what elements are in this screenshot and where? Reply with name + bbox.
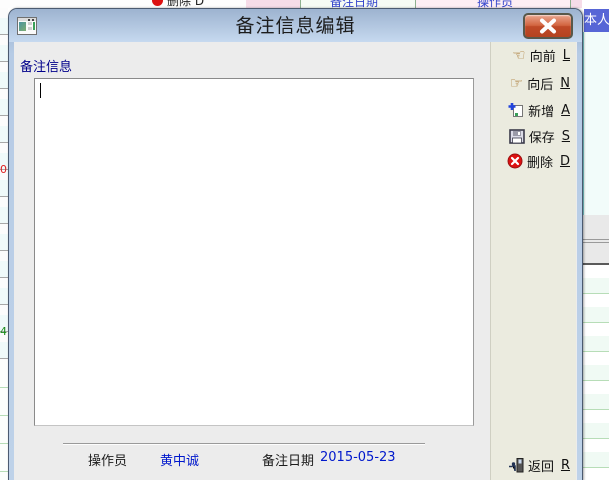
next-button-label: 向后 — [527, 74, 553, 93]
hand-right-icon: ☞ — [510, 75, 523, 91]
add-new-button-label: 新增 — [528, 101, 554, 120]
background-grid-left-strip: 0 4 — [0, 8, 8, 480]
background-grid-right-strip: 本人 — [582, 0, 609, 480]
bg-divider-lines — [582, 239, 609, 240]
grid-separator — [570, 0, 571, 8]
delete-shortcut: D — [560, 154, 570, 169]
return-shortcut: R — [561, 458, 570, 473]
exit-door-icon — [508, 457, 524, 473]
status-divider — [63, 443, 425, 445]
add-new-button[interactable]: 新增 A — [508, 100, 570, 120]
previous-shortcut: L — [563, 48, 570, 63]
hand-left-icon: ☜ — [512, 47, 525, 63]
operator-value: 黄中诚 — [160, 450, 199, 469]
background-toolbar-strip: 删除 D 备注日期 操作员 — [0, 0, 609, 8]
text-caret — [40, 83, 41, 98]
bg-header-cell — [570, 0, 582, 8]
bg-grid-rows — [0, 360, 8, 480]
close-x-icon — [538, 19, 558, 34]
previous-button[interactable]: ☜ 向前 L — [512, 45, 570, 65]
return-button[interactable]: 返回 R — [508, 455, 570, 475]
bg-column-header-benren: 本人 — [584, 9, 609, 32]
bg-grid-rows — [0, 8, 8, 360]
previous-button-label: 向前 — [530, 46, 556, 65]
delete-button[interactable]: 删除 D — [507, 151, 570, 171]
dialog-body: 备注信息 操作员 黄中诚 备注日期 2015-05-23 ☜ 向前 L ☞ 向后 — [14, 42, 577, 480]
remark-date-value: 2015-05-23 — [320, 450, 396, 465]
bg-gray-band — [582, 215, 609, 265]
dialog-title: 备注信息编辑 — [9, 9, 582, 42]
bg-header-cell: 操作员 — [415, 0, 570, 8]
save-button[interactable]: 保存 S — [509, 126, 570, 146]
remark-date-label: 备注日期 — [262, 450, 314, 469]
bg-red-value: 0 — [0, 163, 7, 176]
remark-edit-dialog: 备注信息编辑 备注信息 操作员 黄中诚 备注日期 2015-05-23 — [8, 8, 583, 480]
save-shortcut: S — [562, 129, 570, 144]
grid-separator — [415, 0, 416, 8]
remark-info-label: 备注信息 — [20, 56, 72, 75]
bg-column-operator: 操作员 — [477, 0, 513, 8]
screen: 删除 D 备注日期 操作员 0 4 本人 — [0, 0, 609, 480]
close-button[interactable] — [523, 13, 573, 39]
bg-column-remark-date: 备注日期 — [330, 0, 378, 8]
bg-green-value: 4 — [0, 325, 7, 338]
status-row: 操作员 黄中诚 备注日期 2015-05-23 — [14, 450, 484, 468]
add-new-shortcut: A — [561, 103, 570, 118]
operator-label: 操作员 — [88, 450, 127, 469]
grid-separator — [300, 0, 301, 8]
dialog-titlebar[interactable]: 备注信息编辑 — [9, 9, 582, 42]
bg-panel-area — [583, 32, 609, 215]
next-button[interactable]: ☞ 向后 N — [510, 73, 570, 93]
bg-header-cell — [246, 0, 300, 8]
delete-icon — [152, 0, 163, 6]
button-sidebar: ☜ 向前 L ☞ 向后 N 新增 A — [490, 42, 576, 480]
save-button-label: 保存 — [529, 127, 555, 146]
new-document-icon — [508, 102, 524, 118]
bg-table-rows — [582, 265, 609, 480]
save-floppy-icon — [509, 129, 525, 144]
return-button-label: 返回 — [528, 456, 554, 475]
bg-delete-button-label: 删除 D — [167, 0, 204, 8]
remark-textarea[interactable] — [34, 78, 474, 426]
bg-delete-button-partial[interactable]: 删除 D — [150, 0, 250, 8]
delete-icon — [507, 153, 523, 169]
bg-header-cell: 备注日期 — [300, 0, 415, 8]
next-shortcut: N — [560, 76, 570, 91]
delete-button-label: 删除 — [527, 152, 553, 171]
